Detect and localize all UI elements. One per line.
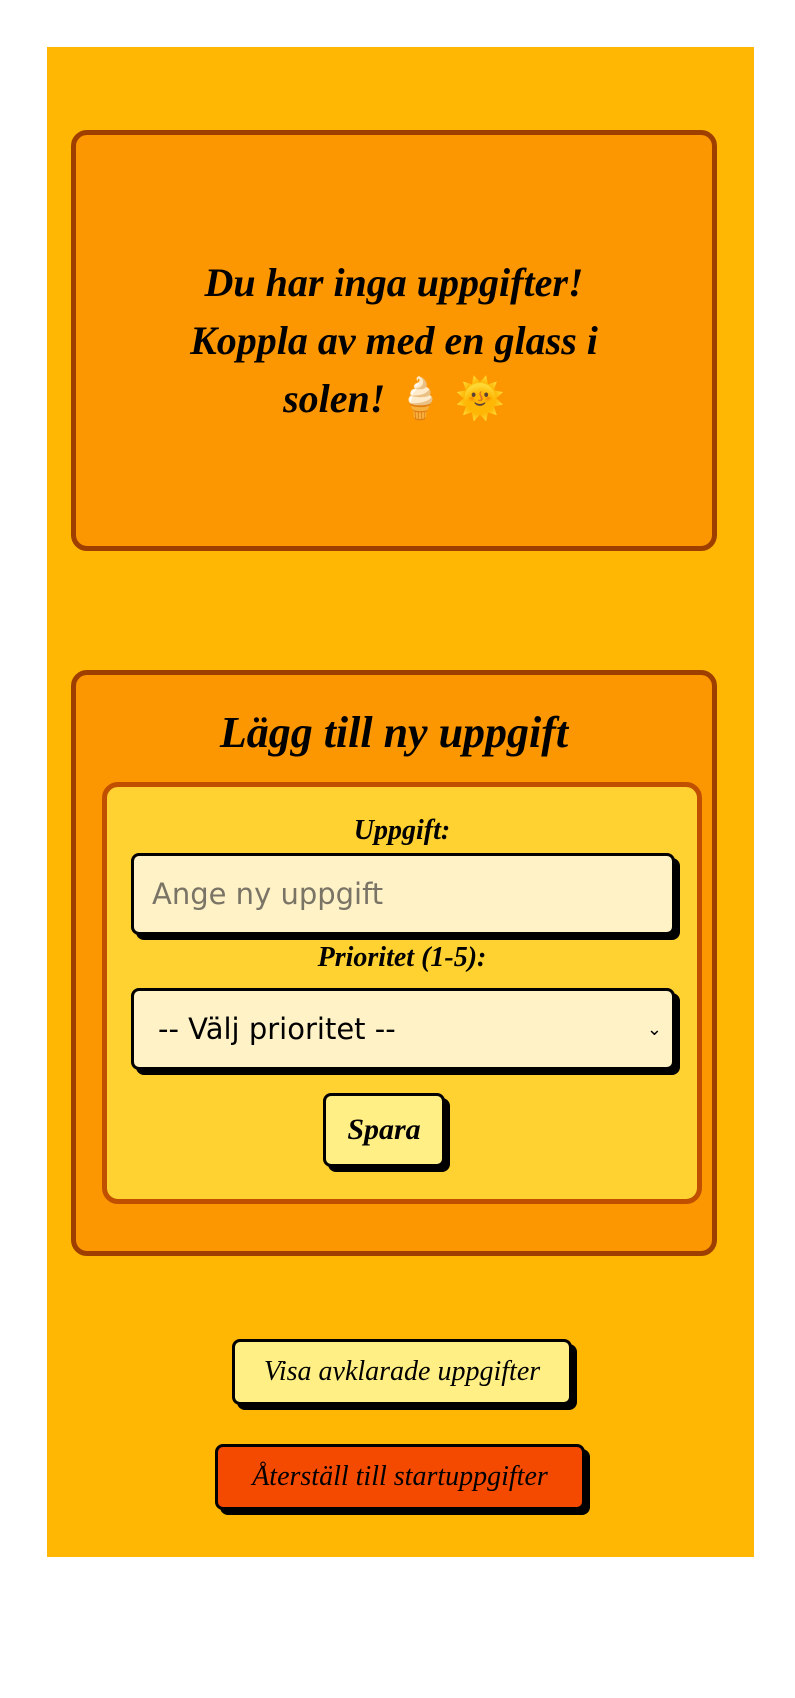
ice-cream-sun-icons: 🍦 🌞 xyxy=(395,375,505,421)
add-task-form: Uppgift: Prioritet (1-5): -- Välj priori… xyxy=(102,782,702,1204)
empty-state-card: Du har inga uppgifter! Koppla av med en … xyxy=(71,130,717,551)
task-input-wrapper xyxy=(131,853,675,935)
app-container: Du har inga uppgifter! Koppla av med en … xyxy=(47,47,754,1557)
reset-tasks-button[interactable]: Återställ till startuppgifter xyxy=(215,1444,585,1510)
form-title: Lägg till ny uppgift xyxy=(219,708,569,757)
empty-state-text: Du har inga uppgifter! Koppla av med en … xyxy=(190,259,598,421)
show-completed-button[interactable]: Visa avklarade uppgifter xyxy=(232,1339,572,1405)
task-input[interactable] xyxy=(134,877,672,911)
priority-select[interactable]: -- Välj prioritet -- ⌄ xyxy=(131,988,675,1070)
task-label: Uppgift: xyxy=(353,815,451,846)
chevron-down-icon: ⌄ xyxy=(646,1018,662,1040)
priority-label: Prioritet (1-5): xyxy=(317,942,487,973)
add-task-card: Lägg till ny uppgift Uppgift: Prioritet … xyxy=(71,670,717,1256)
save-button[interactable]: Spara xyxy=(323,1093,445,1167)
empty-state-message: Du har inga uppgifter! Koppla av med en … xyxy=(174,254,614,428)
priority-selected-value: -- Välj prioritet -- xyxy=(158,1012,396,1046)
